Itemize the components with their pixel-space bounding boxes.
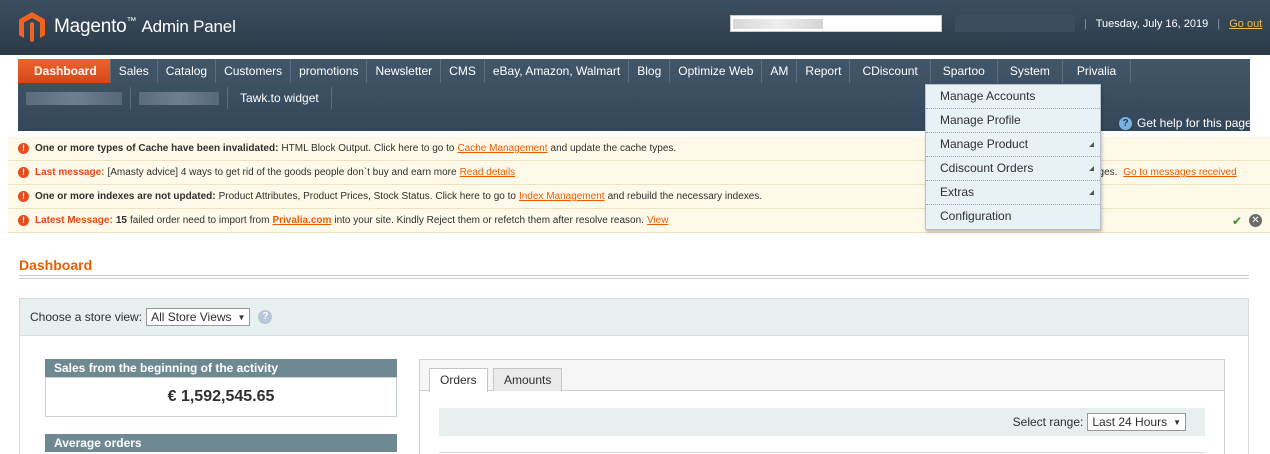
chevron-down-icon: ▼ — [1173, 417, 1181, 427]
question-icon[interactable]: ? — [258, 310, 273, 324]
admin-header: Magento™ Admin Panel | Tuesday, July 16,… — [0, 0, 1270, 55]
page-title: Dashboard — [19, 257, 93, 273]
submenu-arrow-icon — [1089, 166, 1094, 171]
read-details-link[interactable]: Read details — [460, 167, 516, 178]
nav-item-newsletter[interactable]: Newsletter — [367, 59, 442, 83]
checkmark-icon[interactable]: ✔ — [1232, 214, 1242, 228]
nav-menu: Dashboard Sales Catalog Customers promot… — [18, 59, 1132, 83]
help-label: Get help for this page — [1137, 116, 1252, 130]
help-link[interactable]: ? Get help for this page — [1119, 116, 1252, 130]
nav-item-tawk-widget[interactable]: Tawk.to widget — [228, 87, 332, 109]
dashboard-tabs-panel: Orders Amounts Select range: Last 24 Hou… — [419, 359, 1225, 454]
view-link[interactable]: View — [647, 215, 669, 226]
chevron-down-icon: ▼ — [237, 312, 246, 322]
nav-item-catalog[interactable]: Catalog — [158, 59, 217, 83]
store-view-bar: Choose a store view: All Store Views ▼ ? — [19, 298, 1249, 336]
logo-text: Magento — [54, 16, 127, 37]
nav-item-sales[interactable]: Sales — [111, 59, 158, 83]
submenu-arrow-icon — [1089, 142, 1094, 147]
menu-item-cdiscount-orders[interactable]: Cdiscount Orders — [926, 157, 1100, 181]
menu-item-manage-product[interactable]: Manage Product — [926, 133, 1100, 157]
range-select[interactable]: Last 24 Hours ▼ — [1087, 413, 1186, 431]
nav-item-system[interactable]: System — [998, 59, 1063, 83]
cache-management-link[interactable]: Cache Management — [457, 143, 547, 154]
nav-item-promotions[interactable]: promotions — [291, 59, 368, 83]
magento-logo-icon — [19, 12, 45, 42]
nav-item-redacted[interactable] — [18, 87, 131, 109]
sales-lifetime-value: € 1,592,545.65 — [45, 377, 397, 417]
range-label: Select range: — [1012, 415, 1084, 429]
help-icon: ? — [1119, 116, 1132, 130]
nav-item-report[interactable]: Report — [797, 59, 851, 83]
nav-item-blog[interactable]: Blog — [629, 59, 671, 83]
nav-item-redacted[interactable] — [131, 87, 228, 109]
nav-item-optimize-web[interactable]: Optimize Web — [670, 59, 763, 83]
logout-link[interactable]: Go out — [1229, 18, 1262, 30]
menu-item-configuration[interactable]: Configuration — [926, 205, 1100, 229]
nav-item-spartoo[interactable]: Spartoo — [931, 59, 998, 83]
logo-sub-text: Admin Panel — [141, 17, 236, 36]
index-management-link[interactable]: Index Management — [519, 191, 605, 202]
submenu-arrow-icon — [1089, 190, 1094, 195]
cdiscount-dropdown-menu: Manage Accounts Manage Profile Manage Pr… — [925, 84, 1101, 230]
nav-item-am[interactable]: AM — [762, 59, 798, 83]
nav-item-dashboard[interactable]: Dashboard — [18, 59, 111, 83]
nav-item-customers[interactable]: Customers — [216, 59, 292, 83]
menu-item-extras[interactable]: Extras — [926, 181, 1100, 205]
nav-item-privalia[interactable]: Privalia — [1063, 59, 1132, 83]
warning-icon: ! — [18, 143, 29, 154]
menu-item-manage-accounts[interactable]: Manage Accounts — [926, 85, 1100, 109]
header-date: Tuesday, July 16, 2019 — [1095, 18, 1209, 30]
store-view-label: Choose a store view: — [30, 310, 143, 324]
menu-item-manage-profile[interactable]: Manage Profile — [926, 109, 1100, 133]
nav-item-cdiscount[interactable]: CDiscount — [850, 59, 931, 83]
divider — [19, 275, 1249, 279]
sales-lifetime-header: Sales from the beginning of the activity — [45, 359, 397, 377]
average-orders-header: Average orders — [45, 434, 397, 452]
store-view-select[interactable]: All Store Views ▼ — [146, 308, 251, 326]
nav-menu-row2: Tawk.to widget — [18, 87, 332, 109]
messages-received-link[interactable]: Go to messages received — [1123, 167, 1236, 178]
magento-logo[interactable]: Magento™ Admin Panel — [18, 11, 236, 43]
redacted-user-info — [955, 15, 1075, 32]
warning-icon: ! — [18, 191, 29, 202]
privalia-link[interactable]: Privalia.com — [272, 215, 331, 226]
warning-icon: ! — [18, 167, 29, 178]
warning-icon: ! — [18, 215, 29, 226]
tab-amounts[interactable]: Amounts — [493, 368, 563, 391]
global-search-input[interactable] — [730, 15, 942, 32]
close-icon[interactable]: ✕ — [1249, 214, 1262, 227]
nav-item-cms[interactable]: CMS — [441, 59, 485, 83]
range-bar: Select range: Last 24 Hours ▼ — [439, 408, 1205, 436]
nav-item-ebay-amazon-walmart[interactable]: eBay, Amazon, Walmart — [485, 59, 630, 83]
redacted-text — [733, 19, 823, 29]
tab-orders[interactable]: Orders — [429, 368, 488, 392]
